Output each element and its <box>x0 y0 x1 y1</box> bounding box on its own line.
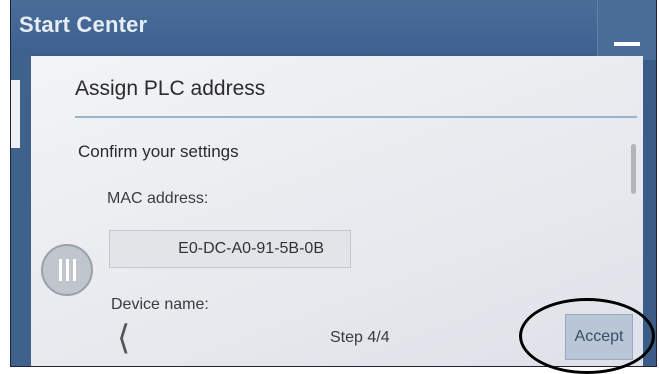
accept-button[interactable]: Accept <box>565 314 633 360</box>
grip-line <box>73 259 76 281</box>
dialog-title: Assign PLC address <box>75 77 266 100</box>
mac-address-label: MAC address: <box>107 190 209 207</box>
title-divider <box>75 116 637 118</box>
step-indicator: Step 4/4 <box>330 329 390 346</box>
title-bar: Start Center <box>11 0 656 60</box>
scrollbar[interactable] <box>631 144 636 194</box>
section-heading: Confirm your settings <box>78 142 239 161</box>
device-name-label: Device name: <box>111 296 209 313</box>
assign-plc-dialog: Assign PLC address Confirm your settings… <box>31 56 643 366</box>
device-screen: Start Center Assign PLC address Confirm … <box>11 0 656 366</box>
mac-address-field[interactable]: E0-DC-A0-91-5B-0B <box>109 230 351 268</box>
chevron-left-icon[interactable]: ⟨ <box>117 318 130 358</box>
window-title: Start Center <box>19 12 148 37</box>
minimize-icon <box>614 42 640 46</box>
grip-line <box>66 259 69 281</box>
grip-line <box>59 259 62 281</box>
drag-handle-icon[interactable] <box>41 244 93 296</box>
minimize-button[interactable] <box>597 0 656 60</box>
side-panel-tab[interactable] <box>11 80 20 148</box>
